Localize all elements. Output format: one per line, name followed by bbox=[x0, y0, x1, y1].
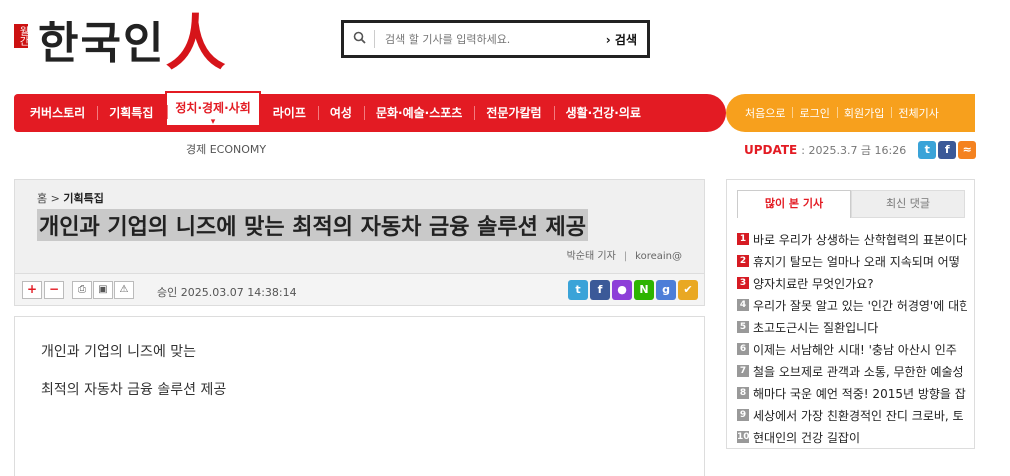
list-item[interactable]: 10 현대인의 건강 길잡이 bbox=[737, 426, 967, 448]
nav-item-women[interactable]: 여성 bbox=[317, 94, 364, 132]
search-input[interactable] bbox=[375, 24, 606, 54]
report-icon[interactable]: ⚠ bbox=[114, 281, 134, 299]
article-header: 홈 > 기획특집 개인과 기업의 니즈에 맞는 최적의 자동차 금융 솔루션 제… bbox=[14, 179, 705, 306]
article-headline: 개인과 기업의 니즈에 맞는 최적의 자동차 금융 솔루션 제공 bbox=[37, 209, 589, 241]
facebook-icon[interactable]: f bbox=[938, 141, 957, 159]
list-item[interactable]: 5 초고도근시는 질환입니다 bbox=[737, 316, 967, 338]
utility-nav: 처음으로 로그인 회원가입 전체기사 bbox=[726, 94, 975, 132]
breadcrumb: 홈 > 기획특집 bbox=[37, 192, 104, 205]
approved-time: 승인 2025.03.07 14:38:14 bbox=[157, 286, 297, 299]
byline: 박순태 기자 | koreain@ bbox=[566, 251, 682, 262]
search-button[interactable]: › 검색 bbox=[606, 31, 647, 48]
list-item[interactable]: 6 이제는 서남해안 시대! '충남 아산시 인주 bbox=[737, 338, 967, 360]
article-toolbar: + − ⎙ ▣ ⚠ 승인 2025.03.07 14:38:14 t f ● N… bbox=[15, 273, 704, 305]
search-icon[interactable] bbox=[344, 31, 374, 48]
search-box: › 검색 bbox=[341, 20, 650, 58]
reporter-email[interactable]: koreain@ bbox=[635, 251, 682, 262]
body-paragraph: 최적의 자동차 금융 솔루션 제공 bbox=[41, 382, 227, 398]
util-home-link[interactable]: 처음으로 bbox=[738, 105, 792, 121]
logo-small-label: 월간 bbox=[14, 24, 28, 48]
list-item[interactable]: 4 우리가 잘못 알고 있는 '인간 허경영'에 대한 bbox=[737, 294, 967, 316]
twitter-icon[interactable]: t bbox=[918, 141, 937, 159]
sidebar-tabs: 많이 본 기사 최신 댓글 bbox=[737, 190, 965, 218]
breadcrumb-section[interactable]: 기획특집 bbox=[63, 192, 103, 205]
sidebar-popular: 많이 본 기사 최신 댓글 1 바로 우리가 상생하는 산학협력의 표본이다 2휴… bbox=[726, 179, 975, 449]
share-facebook-icon[interactable]: f bbox=[590, 280, 610, 300]
logo-text: 한국인人 bbox=[38, 9, 228, 79]
rss-icon[interactable]: ≈ bbox=[958, 141, 977, 159]
list-item[interactable]: 7 철을 오브제로 관객과 소통, 무한한 예술성 bbox=[737, 360, 967, 382]
list-item[interactable]: 1 바로 우리가 상생하는 산학협력의 표본이다 bbox=[737, 228, 967, 250]
subnav-economy[interactable]: 경제 ECONOMY bbox=[186, 141, 266, 157]
nav-item-health[interactable]: 생활·건강·의료 bbox=[553, 94, 653, 132]
nav-item-cover-story[interactable]: 커버스토리 bbox=[18, 94, 97, 132]
util-signup-link[interactable]: 회원가입 bbox=[836, 105, 891, 121]
nav-item-life[interactable]: 라이프 bbox=[261, 94, 318, 132]
share-naver-icon[interactable]: N bbox=[634, 280, 654, 300]
save-icon[interactable]: ▣ bbox=[93, 281, 113, 299]
util-login-link[interactable]: 로그인 bbox=[792, 105, 836, 121]
tab-most-viewed[interactable]: 많이 본 기사 bbox=[737, 190, 851, 218]
list-item[interactable]: 3 양자치료란 무엇인가요? bbox=[737, 272, 967, 294]
update-label: UPDATE bbox=[744, 143, 798, 157]
site-logo[interactable]: 월간 한국인人 bbox=[14, 8, 274, 79]
nav-item-politics[interactable]: 정치·경제·사회 bbox=[165, 91, 261, 127]
share-google-icon[interactable]: g bbox=[656, 280, 676, 300]
list-item[interactable]: 8 해마다 국운 예언 적중! 2015년 방향을 잡 bbox=[737, 382, 967, 404]
popular-list: 1 바로 우리가 상생하는 산학협력의 표본이다 2 휴지기 탈모는 얼마나 오래 … bbox=[737, 228, 967, 448]
list-item[interactable]: 9 세상에서 가장 친환경적인 잔디 크로바, 토 bbox=[737, 404, 967, 426]
util-all-articles-link[interactable]: 전체기사 bbox=[891, 105, 945, 121]
update-bar: UPDATE : 2025.3.7 금 16:26 t f ≈ bbox=[744, 141, 977, 159]
article-body: 개인과 기업의 니즈에 맞는 최적의 자동차 금융 솔루션 제공 bbox=[14, 316, 705, 476]
update-date: : 2025.3.7 금 16:26 bbox=[801, 144, 907, 157]
print-icon[interactable]: ⎙ bbox=[72, 281, 92, 299]
main-nav: 커버스토리 기획특집 정치·경제·사회 라이프 여성 문화·예술·스포츠 전문가… bbox=[14, 91, 726, 132]
font-decrease-button[interactable]: − bbox=[44, 281, 64, 299]
nav-item-column[interactable]: 전문가칼럼 bbox=[474, 94, 553, 132]
nav-item-special[interactable]: 기획특집 bbox=[97, 94, 165, 132]
font-increase-button[interactable]: + bbox=[22, 281, 42, 299]
body-paragraph: 개인과 기업의 니즈에 맞는 bbox=[41, 344, 197, 360]
breadcrumb-home[interactable]: 홈 bbox=[37, 192, 47, 205]
list-item[interactable]: 2 휴지기 탈모는 얼마나 오래 지속되며 어떻 bbox=[737, 250, 967, 272]
share-kakao-icon[interactable]: ● bbox=[612, 280, 632, 300]
share-twitter-icon[interactable]: t bbox=[568, 280, 588, 300]
nav-item-culture[interactable]: 문화·예술·스포츠 bbox=[363, 94, 474, 132]
tab-latest-comments[interactable]: 최신 댓글 bbox=[851, 190, 965, 218]
reporter-name: 박순태 기자 bbox=[566, 251, 616, 262]
share-bookmark-icon[interactable]: ✔ bbox=[678, 280, 698, 300]
